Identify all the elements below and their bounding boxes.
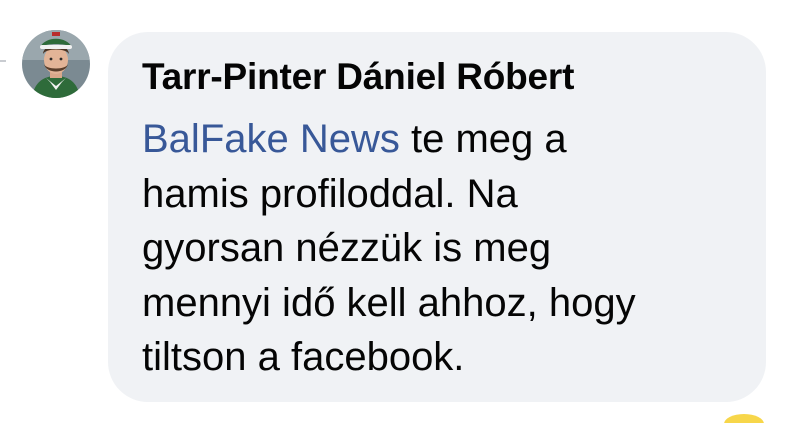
avatar[interactable] bbox=[22, 30, 90, 98]
avatar-photo bbox=[22, 30, 90, 98]
comment-line: tiltson a facebook. bbox=[142, 335, 465, 379]
comment-author[interactable]: Tarr-Pinter Dániel Róbert bbox=[142, 54, 574, 100]
mention-link[interactable]: BalFake News bbox=[142, 117, 400, 161]
comment-line: BalFake News te meg a bbox=[142, 112, 742, 167]
comment-text: BalFake News te meg a hamis profiloddal.… bbox=[142, 112, 742, 385]
comment-line: gyorsan nézzük is meg bbox=[142, 226, 552, 270]
emoji-reaction-icon[interactable] bbox=[724, 414, 764, 423]
comment-line: hamis profiloddal. Na bbox=[142, 171, 518, 216]
thread-line bbox=[0, 60, 6, 62]
comment-line-text: te meg a bbox=[399, 117, 567, 161]
comment-bubble: Tarr-Pinter Dániel Róbert BalFake News t… bbox=[108, 32, 766, 402]
comment-line: mennyi idő kell ahhoz, hogy bbox=[142, 280, 636, 325]
